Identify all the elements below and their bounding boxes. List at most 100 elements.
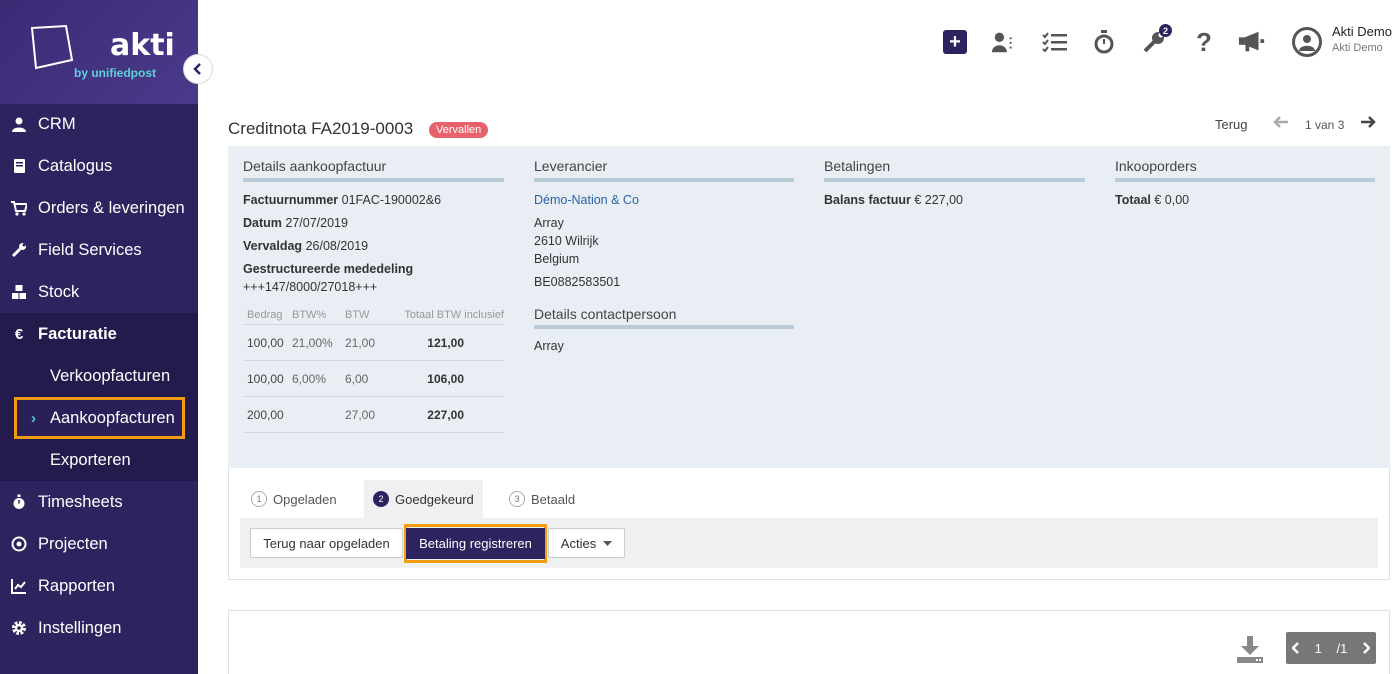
page-number-input[interactable]: 1 bbox=[1315, 641, 1322, 656]
table-cell: 227,00 bbox=[427, 407, 464, 422]
vat-table: Bedrag BTW% BTW Totaal BTW inclusief 100… bbox=[243, 305, 504, 433]
purchase-orders-heading: Inkooporders bbox=[1115, 158, 1197, 174]
step-label: Goedgekeurd bbox=[395, 491, 474, 507]
back-link[interactable]: Terug bbox=[1215, 117, 1248, 132]
chevron-right-icon[interactable] bbox=[1362, 642, 1370, 654]
column-header: Totaal BTW inclusief bbox=[404, 308, 504, 321]
sidebar-item-timesheets[interactable]: Timesheets bbox=[0, 481, 198, 523]
sidebar-item-label: Timesheets bbox=[38, 492, 123, 511]
back-to-uploaded-button[interactable]: Terug naar opgeladen bbox=[250, 528, 403, 558]
supplier-link[interactable]: Démo-Nation & Co bbox=[534, 193, 639, 207]
table-cell: 27,00 bbox=[345, 407, 376, 422]
sidebar-item-projecten[interactable]: Projecten bbox=[0, 523, 198, 565]
user-icon bbox=[0, 116, 38, 132]
sidebar-item-label: Projecten bbox=[38, 534, 108, 553]
step-number: 2 bbox=[373, 491, 389, 507]
chart-icon bbox=[0, 578, 38, 594]
page-total: /1 bbox=[1336, 640, 1348, 656]
sidebar-item-catalogus[interactable]: Catalogus bbox=[0, 145, 198, 187]
table-cell: 106,00 bbox=[427, 371, 464, 386]
table-cell: 121,00 bbox=[427, 335, 464, 350]
divider bbox=[243, 178, 504, 182]
step-number: 3 bbox=[509, 491, 525, 507]
book-icon bbox=[0, 158, 38, 174]
details-heading: Details aankoopfactuur bbox=[243, 158, 387, 174]
contacts-icon[interactable] bbox=[991, 28, 1019, 56]
gear-icon bbox=[0, 620, 38, 636]
step-betaald[interactable]: 3 Betaald bbox=[500, 480, 584, 518]
due-date-value: 26/08/2019 bbox=[305, 239, 369, 253]
balance-row: Balans factuur € 227,00 bbox=[824, 193, 963, 207]
user-name[interactable]: Akti Demo bbox=[1332, 24, 1392, 39]
company-name: Akti Demo bbox=[1332, 42, 1383, 54]
sidebar-item-label: Orders & leveringen bbox=[38, 198, 185, 217]
po-total-value: € 0,00 bbox=[1154, 193, 1190, 207]
wrench-icon bbox=[0, 242, 38, 258]
register-payment-button[interactable]: Betaling registreren bbox=[406, 528, 545, 559]
sidebar-item-rapporten[interactable]: Rapporten bbox=[0, 565, 198, 607]
sidebar-subitem-label: Verkoopfacturen bbox=[50, 366, 171, 385]
divider bbox=[1115, 178, 1375, 182]
structured-ref-value: +++147/8000/27018+++ bbox=[243, 280, 378, 294]
sidebar-subitem-exporteren[interactable]: Exporteren bbox=[0, 439, 198, 481]
invoice-number-value: 01FAC-190002&6 bbox=[341, 193, 442, 207]
user-icon bbox=[1299, 35, 1315, 51]
column-header: BTW bbox=[345, 308, 370, 321]
step-label: Opgeladen bbox=[273, 491, 337, 507]
megaphone-icon[interactable] bbox=[1238, 28, 1266, 56]
sidebar-item-label: Instellingen bbox=[38, 618, 122, 637]
supplier-city: 2610 Wilrijk bbox=[534, 234, 599, 248]
column-header: BTW% bbox=[292, 308, 327, 321]
sidebar-item-stock[interactable]: Stock bbox=[0, 271, 198, 313]
previous-arrow-icon[interactable] bbox=[1273, 114, 1289, 135]
payments-heading: Betalingen bbox=[824, 158, 891, 174]
supplier-street: Array bbox=[534, 216, 564, 230]
logo-subtext: by unifiedpost bbox=[74, 66, 156, 80]
next-arrow-icon[interactable] bbox=[1360, 114, 1376, 135]
invoice-number-row: Factuurnummer 01FAC-190002&6 bbox=[243, 193, 441, 207]
logo-text: akti bbox=[110, 28, 175, 63]
table-cell: 21,00% bbox=[292, 335, 333, 350]
sidebar-subitem-verkoopfacturen[interactable]: Verkoopfacturen bbox=[0, 355, 198, 397]
step-goedgekeurd[interactable]: 2 Goedgekeurd bbox=[364, 480, 483, 518]
sidebar-item-field-services[interactable]: Field Services bbox=[0, 229, 198, 271]
table-cell: 21,00 bbox=[345, 335, 376, 350]
stopwatch-icon[interactable] bbox=[1090, 28, 1118, 56]
page-title: Creditnota FA2019-0003 bbox=[228, 119, 414, 138]
table-header: Bedrag BTW% BTW Totaal BTW inclusief bbox=[243, 305, 504, 325]
sidebar-item-crm[interactable]: CRM bbox=[0, 103, 198, 145]
sidebar-item-label: Field Services bbox=[38, 240, 142, 259]
balance-value: € 227,00 bbox=[914, 193, 963, 207]
download-icon[interactable] bbox=[1236, 636, 1264, 664]
sidebar-subitem-aankoopfacturen-label-row[interactable]: Aankoopfacturen bbox=[0, 397, 198, 439]
help-icon[interactable]: ? bbox=[1190, 27, 1218, 57]
sidebar-item-label: CRM bbox=[38, 114, 76, 133]
actions-dropdown[interactable]: Acties bbox=[548, 528, 625, 558]
collapse-sidebar-button[interactable] bbox=[183, 54, 213, 84]
contact-value: Array bbox=[534, 339, 564, 353]
sidebar-item-label: Stock bbox=[38, 282, 80, 301]
notification-badge: 2 bbox=[1159, 24, 1172, 37]
due-date-row: Vervaldag 26/08/2019 bbox=[243, 239, 368, 253]
table-cell: 100,00 bbox=[247, 371, 284, 386]
date-row: Datum 27/07/2019 bbox=[243, 216, 348, 230]
table-row: 200,00 27,00 227,00 bbox=[243, 397, 504, 433]
invoice-number-label: Factuurnummer bbox=[243, 193, 339, 207]
due-date-label: Vervaldag bbox=[243, 239, 303, 253]
tasks-icon[interactable] bbox=[1041, 28, 1069, 56]
record-pager: 1 van 3 bbox=[1305, 118, 1345, 132]
sidebar-item-label: Catalogus bbox=[38, 156, 113, 175]
sidebar-item-label: Rapporten bbox=[38, 576, 116, 595]
chevron-left-icon[interactable] bbox=[1292, 642, 1300, 654]
sidebar-item-facturatie[interactable]: € Facturatie bbox=[0, 313, 198, 355]
sidebar-item-instellingen[interactable]: Instellingen bbox=[0, 607, 198, 649]
step-number: 1 bbox=[251, 491, 267, 507]
table-cell: 200,00 bbox=[247, 407, 284, 422]
add-button[interactable]: + bbox=[943, 30, 967, 54]
chevron-left-icon bbox=[193, 63, 201, 75]
logo[interactable]: akti by unifiedpost bbox=[0, 0, 198, 104]
step-opgeladen[interactable]: 1 Opgeladen bbox=[242, 480, 346, 518]
caret-down-icon bbox=[603, 540, 613, 546]
avatar[interactable] bbox=[1292, 27, 1322, 57]
sidebar-item-orders[interactable]: Orders & leveringen bbox=[0, 187, 198, 229]
